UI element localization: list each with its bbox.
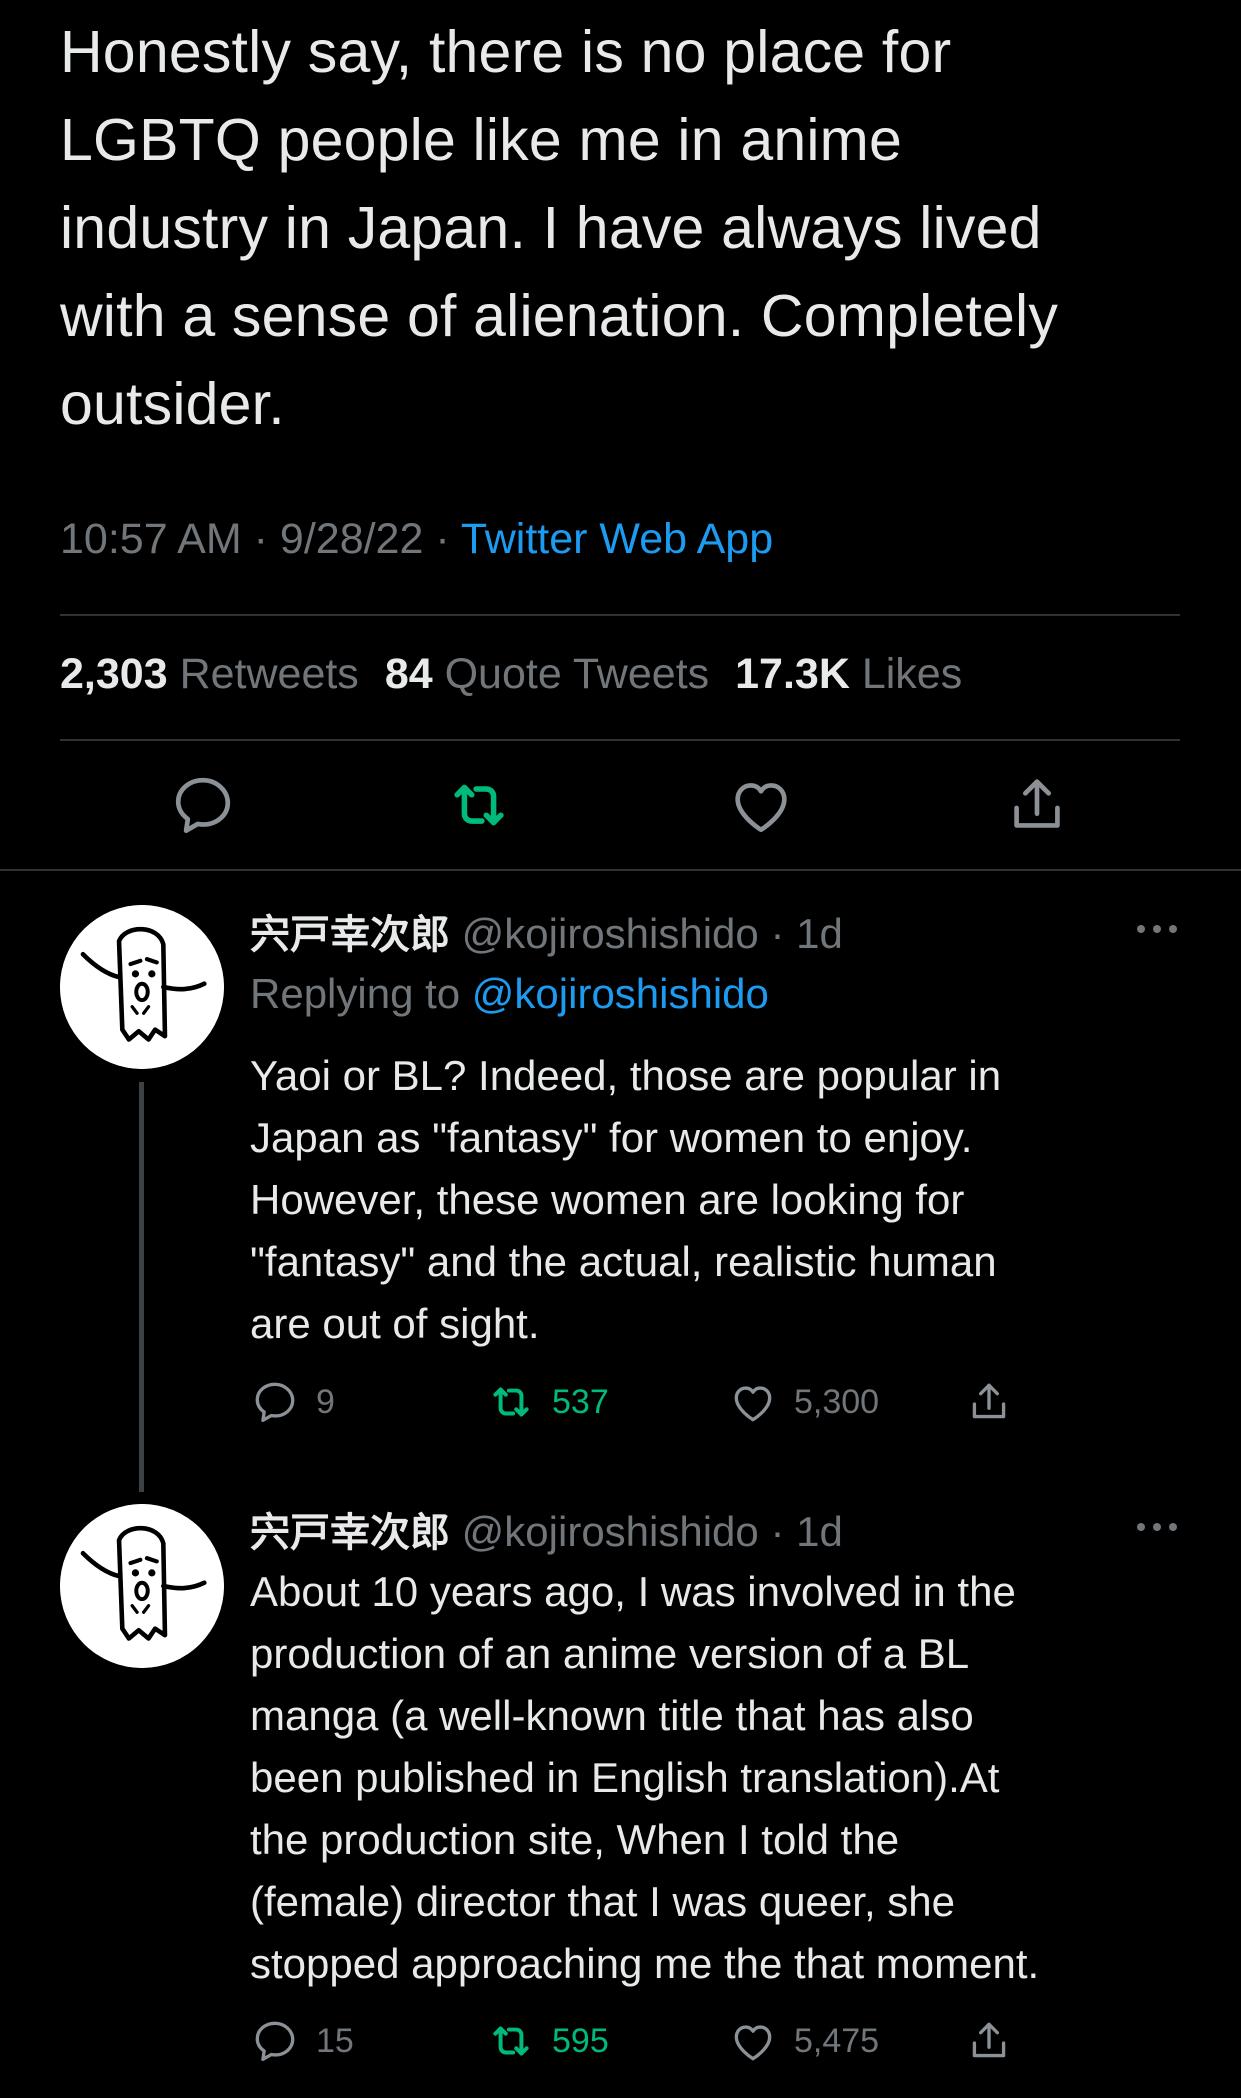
share-button[interactable] bbox=[964, 1372, 1030, 1432]
like-icon bbox=[734, 2025, 772, 2061]
more-options-icon[interactable] bbox=[1135, 922, 1179, 934]
tweet-timestamp: 10:57 AM · 9/28/22 · Twitter Web App bbox=[60, 515, 773, 564]
avatar-ghost-icon bbox=[60, 1504, 224, 1668]
reply-count: 15 bbox=[316, 2021, 354, 2060]
reply-text-line: been published in English translation).A… bbox=[250, 1754, 1000, 1801]
replying-to-label: Replying to bbox=[250, 970, 461, 1017]
reply-button[interactable]: 9 bbox=[250, 1372, 335, 1432]
reply-text-line: However, these women are looking for bbox=[250, 1176, 965, 1223]
more-options-icon[interactable] bbox=[1135, 1520, 1179, 1532]
replying-to: Replying to @kojiroshishido bbox=[250, 970, 769, 1018]
main-tweet-line: industry in Japan. I have always lived bbox=[60, 195, 1042, 261]
main-tweet-text: Honestly say, there is no place for LGBT… bbox=[60, 8, 1180, 448]
like-button[interactable]: 5,300 bbox=[728, 1372, 879, 1432]
reply-text: Yaoi or BL? Indeed, those are popular in… bbox=[250, 1045, 1190, 1355]
meta-dot: · bbox=[770, 910, 785, 957]
reply-text-line: are out of sight. bbox=[250, 1300, 540, 1347]
reply-text-line: "fantasy" and the actual, realistic huma… bbox=[250, 1238, 997, 1285]
tweet-date[interactable]: 9/28/22 bbox=[280, 515, 423, 563]
reply-actions: 15 595 5,475 bbox=[250, 2011, 1150, 2071]
reply-text: About 10 years ago, I was involved in th… bbox=[250, 1561, 1190, 1995]
reply-icon[interactable] bbox=[168, 770, 238, 840]
reply-text-line: the production site, When I told the bbox=[250, 1816, 900, 1863]
replying-to-handle[interactable]: @kojiroshishido bbox=[472, 970, 769, 1017]
tweet-source-link[interactable]: Twitter Web App bbox=[461, 515, 773, 563]
tweet-time[interactable]: 10:57 AM bbox=[60, 515, 242, 563]
retweets-label: Retweets bbox=[179, 650, 359, 698]
meta-dot: · bbox=[253, 515, 280, 563]
like-count: 5,300 bbox=[794, 1382, 880, 1421]
avatar[interactable] bbox=[60, 1504, 224, 1668]
retweets-stat[interactable]: 2,303 Retweets bbox=[60, 650, 359, 698]
like-button[interactable]: 5,475 bbox=[728, 2011, 879, 2071]
display-name[interactable]: 宍戸幸次郎 bbox=[250, 1510, 450, 1556]
reply-text-line: Japan as "fantasy" for women to enjoy. bbox=[250, 1114, 973, 1161]
reply-icon bbox=[255, 2021, 295, 2061]
main-tweet-line: LGBTQ people like me in anime bbox=[60, 107, 903, 173]
quotes-count: 84 bbox=[384, 650, 433, 698]
reply-header: 宍戸幸次郎 @kojiroshishido · 1d bbox=[250, 1500, 843, 1558]
like-count: 5,475 bbox=[794, 2021, 880, 2060]
retweet-count: 595 bbox=[552, 2021, 609, 2060]
share-icon[interactable] bbox=[1002, 770, 1072, 840]
likes-label: Likes bbox=[861, 650, 963, 698]
meta-dot: · bbox=[435, 515, 461, 563]
retweet-button[interactable]: 537 bbox=[486, 1372, 609, 1432]
divider bbox=[60, 739, 1180, 741]
reply-text-line: About 10 years ago, I was involved in th… bbox=[250, 1568, 1016, 1615]
main-tweet-line: with a sense of alienation. Completely bbox=[60, 283, 1059, 349]
share-icon bbox=[972, 2022, 1006, 2058]
share-button[interactable] bbox=[964, 2011, 1030, 2071]
reply-text-line: Yaoi or BL? Indeed, those are popular in bbox=[250, 1052, 1002, 1099]
main-tweet: Honestly say, there is no place for LGBT… bbox=[60, 0, 1180, 448]
retweet-button[interactable]: 595 bbox=[486, 2011, 609, 2071]
likes-count: 17.3K bbox=[735, 650, 850, 698]
retweet-icon bbox=[493, 2026, 529, 2056]
reply-text-line: manga (a well-known title that has also bbox=[250, 1692, 974, 1739]
user-handle[interactable]: @kojiroshishido bbox=[462, 910, 759, 957]
main-tweet-line: outsider. bbox=[60, 371, 285, 437]
main-tweet-actions bbox=[60, 770, 1180, 850]
reply-text-line: stopped approaching me the that moment. bbox=[250, 1940, 1040, 1987]
meta-dot: · bbox=[770, 1508, 785, 1555]
avatar-ghost-icon bbox=[60, 905, 224, 1069]
quotes-label: Quote Tweets bbox=[444, 650, 710, 698]
like-icon[interactable] bbox=[726, 770, 796, 840]
reply-button[interactable]: 15 bbox=[250, 2011, 354, 2071]
retweet-icon[interactable] bbox=[444, 770, 514, 840]
retweet-icon bbox=[493, 1387, 529, 1417]
main-tweet-line: Honestly say, there is no place for bbox=[60, 19, 952, 85]
reply-actions: 9 537 5,300 bbox=[250, 1372, 1150, 1432]
likes-stat[interactable]: 17.3K Likes bbox=[735, 650, 962, 698]
reply-count: 9 bbox=[316, 1382, 335, 1421]
reply-text-line: production of an anime version of a BL bbox=[250, 1630, 970, 1677]
retweet-count: 537 bbox=[552, 1382, 609, 1421]
user-handle[interactable]: @kojiroshishido bbox=[462, 1508, 759, 1555]
retweets-count: 2,303 bbox=[60, 650, 168, 698]
quotes-stat[interactable]: 84 Quote Tweets bbox=[385, 650, 709, 698]
tweet-age[interactable]: 1d bbox=[796, 1508, 843, 1555]
thread-connector bbox=[139, 1082, 144, 1492]
tweet-stats: 2,303 Retweets 84 Quote Tweets 17.3K Likes bbox=[60, 650, 962, 699]
tweet-age[interactable]: 1d bbox=[796, 910, 843, 957]
reply-text-line: (female) director that I was queer, she bbox=[250, 1878, 955, 1925]
avatar[interactable] bbox=[60, 905, 224, 1069]
like-icon bbox=[734, 1386, 772, 1422]
divider bbox=[60, 614, 1180, 616]
reply-header: 宍戸幸次郎 @kojiroshishido · 1d bbox=[250, 902, 843, 960]
divider bbox=[0, 869, 1241, 871]
share-icon bbox=[972, 1383, 1006, 1419]
reply-icon bbox=[255, 1382, 295, 1422]
display-name[interactable]: 宍戸幸次郎 bbox=[250, 912, 450, 958]
